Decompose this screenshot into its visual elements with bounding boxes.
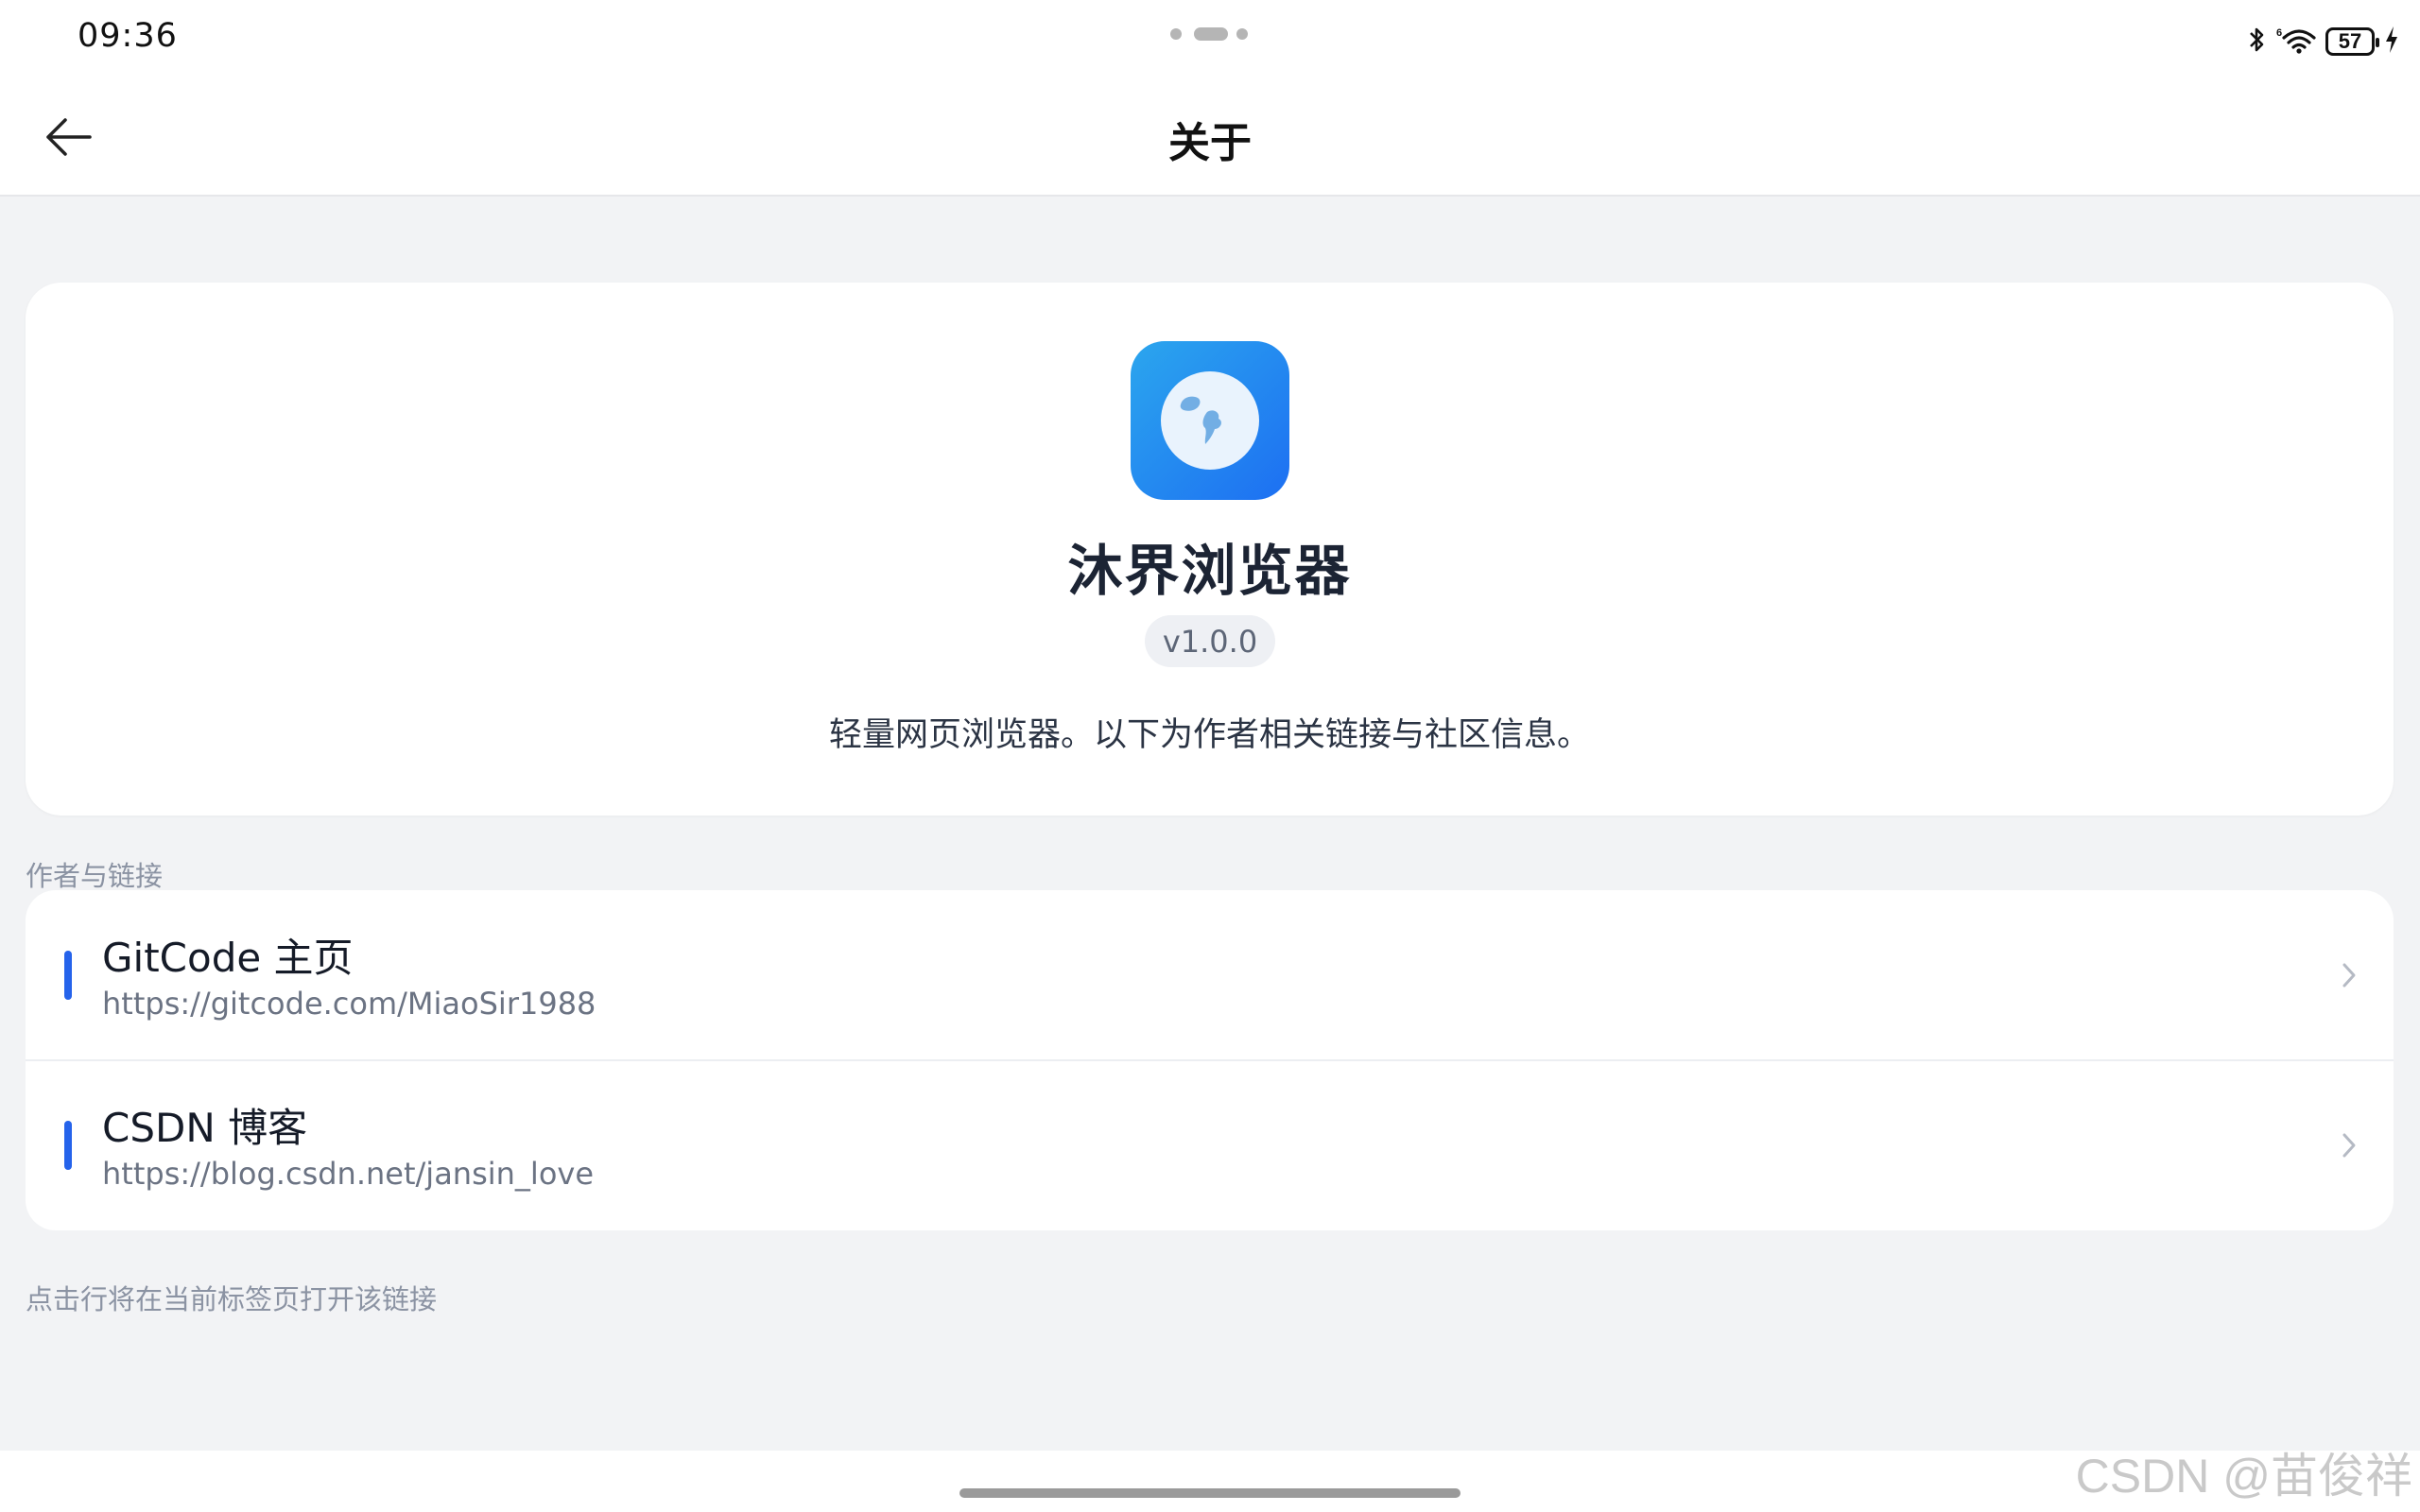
link-title: GitCode 主页 (102, 935, 354, 981)
link-row-csdn[interactable]: CSDN 博客 https://blog.csdn.net/jansin_lov… (26, 1060, 2394, 1230)
link-url: https://blog.csdn.net/jansin_love (102, 1156, 595, 1192)
home-indicator[interactable] (959, 1488, 1461, 1498)
accent-bar (64, 1121, 72, 1170)
accent-bar (64, 951, 72, 1000)
status-bar: 09:36 6 57 (0, 0, 2420, 80)
bluetooth-icon (2248, 25, 2267, 59)
hint-text: 点击行将在当前标签页打开该链接 (26, 1283, 438, 1315)
app-icon (1131, 341, 1289, 500)
section-label: 作者与链接 (26, 860, 164, 892)
title-bar: 关于 (0, 80, 2420, 197)
watermark: CSDN @苗俊祥 (2075, 1450, 2412, 1503)
multi-window-indicator[interactable] (1170, 26, 1255, 42)
version-badge: v1.0.0 (1145, 615, 1275, 667)
wifi-icon: 6 (2276, 25, 2316, 59)
bottom-area (0, 1451, 2420, 1512)
app-name: 沐界浏览器 (1067, 539, 1352, 603)
globe-icon (1161, 371, 1259, 470)
status-time: 09:36 (78, 17, 178, 55)
link-row-gitcode[interactable]: GitCode 主页 https://gitcode.com/MiaoSir19… (26, 890, 2394, 1061)
charging-icon (2384, 26, 2399, 58)
link-url: https://gitcode.com/MiaoSir1988 (102, 986, 596, 1022)
battery-icon: 57 (2325, 27, 2379, 56)
svg-text:6: 6 (2276, 27, 2282, 39)
link-title: CSDN 博客 (102, 1105, 308, 1151)
status-icons: 6 57 (2248, 23, 2399, 60)
app-info-card: 沐界浏览器 v1.0.0 轻量网页浏览器。以下为作者相关链接与社区信息。 (26, 283, 2394, 816)
links-list: GitCode 主页 https://gitcode.com/MiaoSir19… (26, 890, 2394, 1230)
app-description: 轻量网页浏览器。以下为作者相关链接与社区信息。 (828, 716, 1590, 754)
chevron-right-icon (2339, 1126, 2360, 1164)
page-title: 关于 (1168, 119, 1252, 167)
chevron-right-icon (2339, 956, 2360, 994)
